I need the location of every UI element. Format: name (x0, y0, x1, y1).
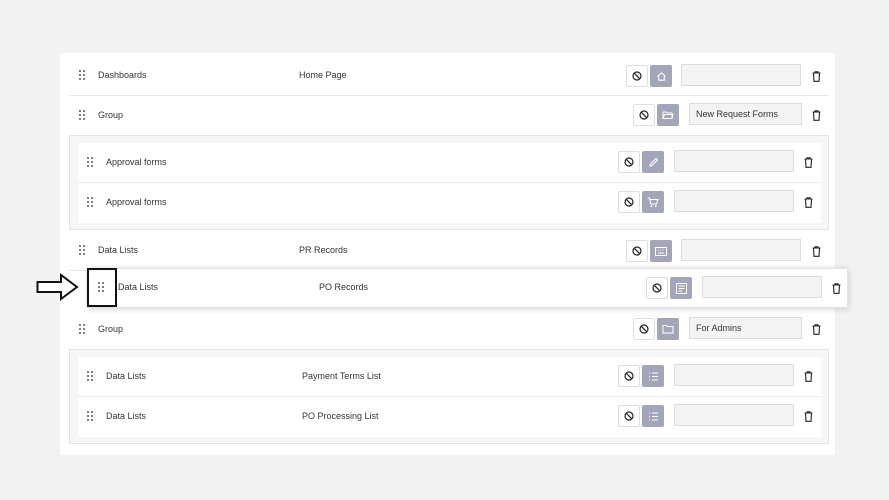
list-box-icon (675, 282, 687, 294)
disable-button[interactable] (618, 365, 640, 387)
icon-picker-button[interactable] (642, 151, 664, 173)
delete-button[interactable] (831, 282, 841, 294)
row-target-label: PO Processing List (302, 411, 379, 421)
delete-button[interactable] (803, 410, 813, 422)
group-name-field[interactable]: For Admins (689, 317, 802, 339)
drag-handle-icon[interactable] (79, 110, 87, 122)
row-type-label: Data Lists (106, 371, 147, 381)
drag-handle-icon[interactable] (79, 245, 87, 257)
disable-button[interactable] (633, 104, 655, 126)
row-type-label: Data Lists (118, 282, 159, 292)
drag-handle-icon[interactable] (79, 70, 87, 82)
icon-picker-button[interactable] (657, 318, 679, 340)
trash-icon (804, 410, 812, 422)
ban-icon (632, 71, 642, 81)
disable-button[interactable] (626, 240, 648, 262)
menu-child-row: Approval forms (78, 143, 821, 183)
list-icon (648, 411, 658, 421)
icon-picker-button[interactable] (650, 65, 672, 87)
list-icon (648, 371, 658, 381)
drag-handle-icon[interactable] (87, 157, 95, 169)
disable-button[interactable] (646, 277, 668, 299)
delete-button[interactable] (811, 323, 821, 335)
label-field[interactable] (674, 190, 794, 212)
icon-picker-button[interactable] (650, 240, 672, 262)
delete-button[interactable] (803, 156, 813, 168)
label-field[interactable] (674, 150, 794, 172)
trash-icon (832, 282, 840, 294)
row-type-label: Approval forms (106, 157, 167, 167)
label-field[interactable] (702, 276, 822, 298)
label-field[interactable] (674, 364, 794, 386)
icon-picker-button[interactable] (642, 191, 664, 213)
menu-child-row: Approval forms (78, 183, 821, 223)
menu-row-group: Group New Request Forms (69, 96, 829, 136)
pointer-arrow-icon (36, 273, 79, 301)
disable-button[interactable] (633, 318, 655, 340)
menu-row-dragging[interactable]: Data Lists PO Records (88, 268, 848, 308)
row-type-label: Group (98, 110, 124, 120)
pencil-icon (648, 157, 658, 167)
ban-icon (652, 283, 662, 293)
delete-button[interactable] (811, 109, 821, 121)
group-name-field[interactable]: New Request Forms (689, 103, 802, 125)
menu-row: Data Lists PR Records (69, 231, 829, 271)
trash-icon (812, 109, 820, 121)
drag-handle-icon[interactable] (87, 371, 95, 383)
delete-button[interactable] (811, 245, 821, 257)
delete-button[interactable] (803, 196, 813, 208)
trash-icon (804, 370, 812, 382)
row-type-label: Data Lists (106, 411, 147, 421)
disable-button[interactable] (626, 65, 648, 87)
disable-button[interactable] (618, 151, 640, 173)
row-target-label: PR Records (299, 245, 348, 255)
drag-handle-icon[interactable] (79, 324, 87, 336)
menu-row: Dashboards Home Page (69, 56, 829, 96)
delete-button[interactable] (811, 70, 821, 82)
icon-picker-button[interactable] (657, 104, 679, 126)
menu-row-group: Group For Admins (69, 310, 829, 350)
menu-child-row: Data Lists Payment Terms List (78, 357, 821, 397)
label-field[interactable] (681, 239, 801, 261)
icon-picker-button[interactable] (670, 277, 692, 299)
trash-icon (804, 156, 812, 168)
row-type-label: Data Lists (98, 245, 139, 255)
disable-button[interactable] (618, 191, 640, 213)
drag-handle-icon[interactable] (87, 411, 95, 423)
ban-icon (632, 246, 642, 256)
row-type-label: Group (98, 324, 124, 334)
trash-icon (812, 70, 820, 82)
delete-button[interactable] (803, 370, 813, 382)
label-field[interactable] (674, 404, 794, 426)
icon-picker-button[interactable] (642, 405, 664, 427)
trash-icon (804, 196, 812, 208)
row-type-label: Dashboards (98, 70, 147, 80)
keyboard-icon (655, 246, 667, 256)
highlight-box (87, 268, 117, 307)
disable-button[interactable] (618, 405, 640, 427)
ban-icon (624, 371, 634, 381)
trash-icon (812, 323, 820, 335)
row-target-label: PO Records (319, 282, 369, 292)
trash-icon (812, 245, 820, 257)
ban-icon (624, 197, 634, 207)
icon-picker-button[interactable] (642, 365, 664, 387)
folder-open-icon (662, 111, 674, 119)
ban-icon (639, 110, 649, 120)
menu-child-row: Data Lists PO Processing List (78, 397, 821, 437)
ban-icon (624, 157, 634, 167)
folder-icon (662, 325, 674, 334)
ban-icon (639, 324, 649, 334)
drag-handle-icon[interactable] (87, 197, 95, 209)
label-field[interactable] (681, 64, 801, 86)
row-target-label: Home Page (299, 70, 347, 80)
cart-icon (647, 196, 659, 207)
row-type-label: Approval forms (106, 197, 167, 207)
ban-icon (624, 411, 634, 421)
row-target-label: Payment Terms List (302, 371, 381, 381)
home-icon (656, 71, 666, 81)
